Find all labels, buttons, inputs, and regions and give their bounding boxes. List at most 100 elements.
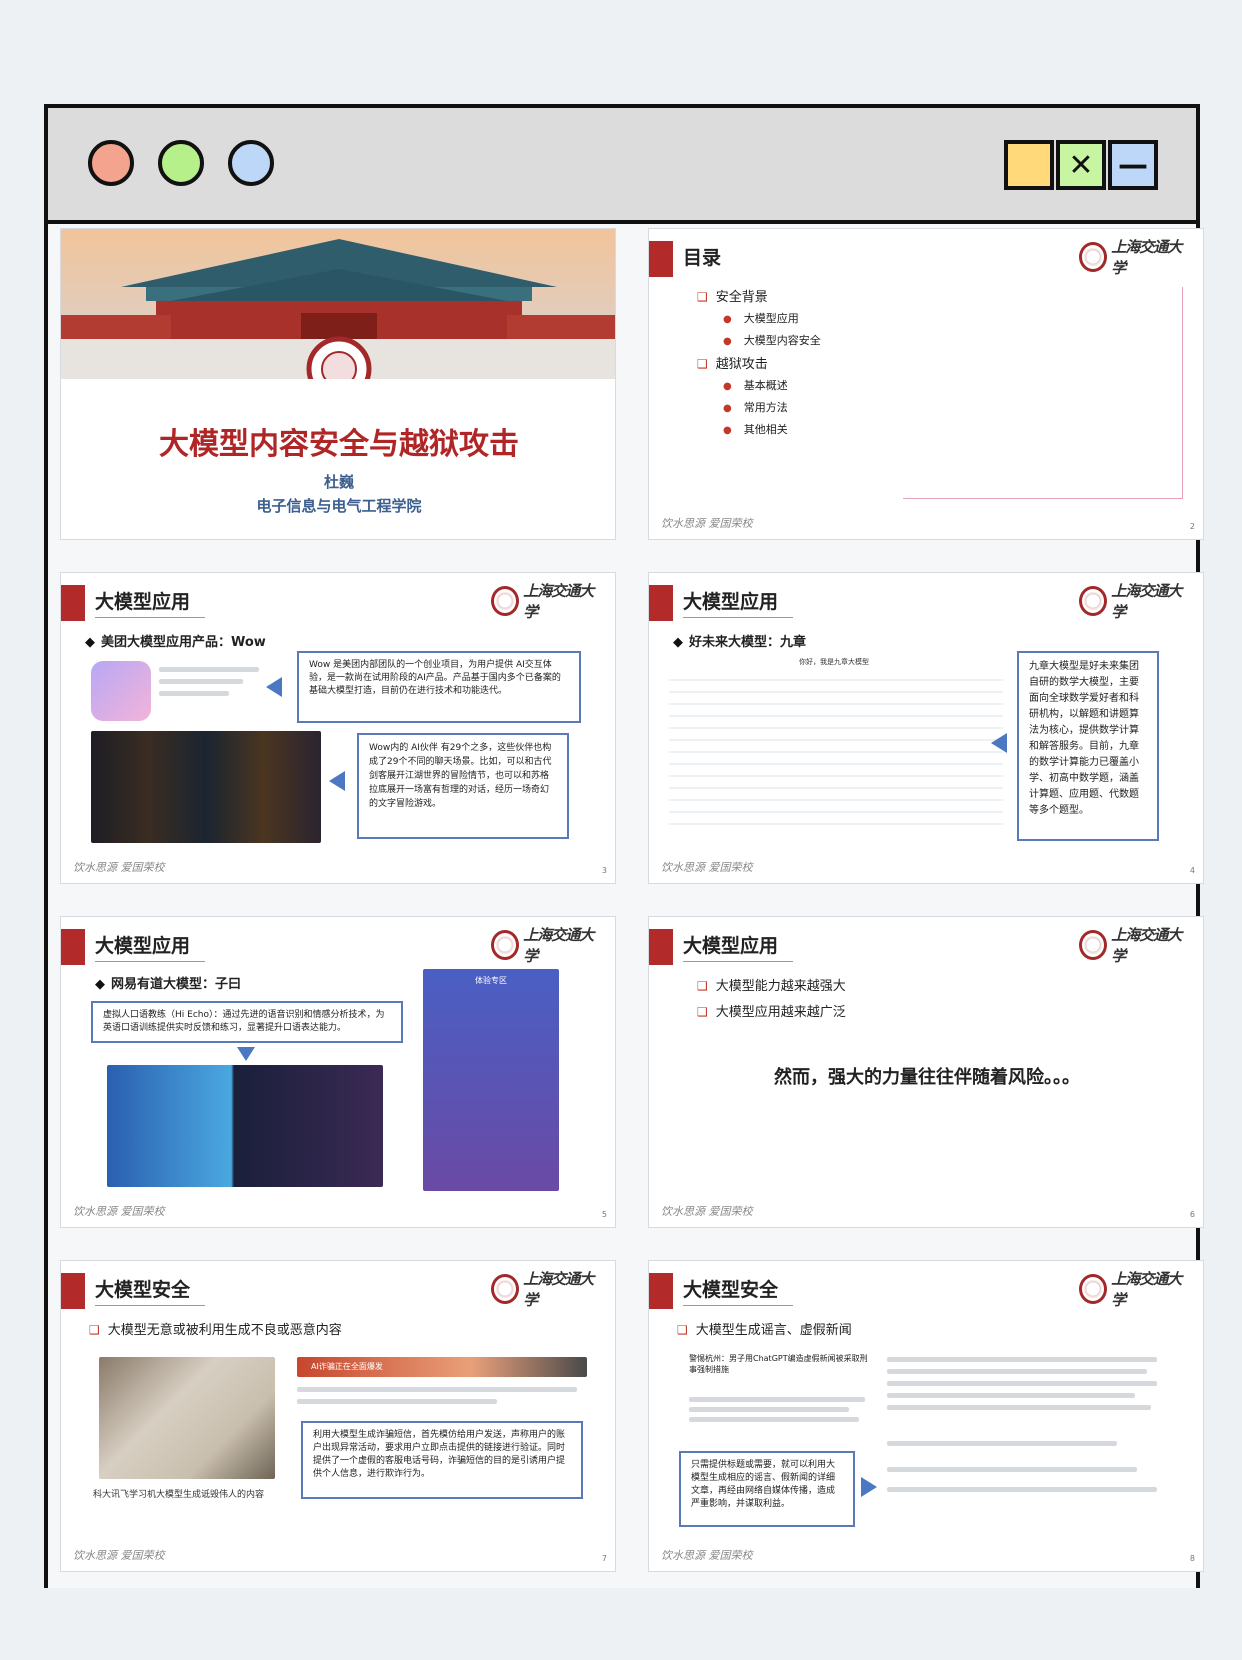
browser-window: ✕ — 大模型内容安全与越狱攻击 杜巍 电子信息与电气工程学院 目录 上海交通大… [44, 104, 1204, 1588]
title-accent-bar [61, 585, 85, 621]
jiuzhang-screenshot [669, 669, 1003, 835]
mock-heading: 你好，我是九章大模型 [799, 658, 869, 666]
cover-school: 电子信息与电气工程学院 [256, 497, 422, 515]
photo-caption: 科大讯飞学习机大模型生成诋毁伟人的内容 [93, 1490, 265, 1500]
close-button[interactable]: ✕ [1056, 140, 1106, 190]
description-box: 只需提供标题或需要，就可以利用大模型生成相应的谣言、假新闻的详细文章，再经由网络… [679, 1451, 855, 1527]
toc-list: ❑ 安全背景 ● 大模型应用 ● 大模型内容安全 ❑ 越狱攻击 ● 基本概述 ● 常用方法 … [697, 287, 821, 441]
page-number: 3 [601, 866, 607, 875]
cover-author: 杜巍 [323, 473, 354, 491]
slide-2[interactable]: 目录 上海交通大学 ❑ 安全背景 ● 大模型应用 ● 大模型内容安全 ❑ 越狱攻击 ● 基… [648, 228, 1204, 540]
description-box: 九章大模型是好未来集团自研的数学大模型，主要面向全球数学爱好者和科研机构，以解题… [1017, 651, 1159, 841]
slide-bullet: ❑ 大模型应用越来越广泛 [697, 1005, 846, 1020]
toc-item: ● 其他相关 [723, 423, 788, 436]
maximize-traffic-light[interactable] [158, 140, 204, 186]
title-underline [95, 1305, 205, 1306]
sjtu-seal-icon [491, 586, 520, 616]
article-text [887, 1405, 1151, 1410]
left-arrow-icon [266, 677, 282, 697]
article-text [887, 1393, 1135, 1398]
toc-item: ● 常用方法 [723, 401, 788, 414]
motto: 饮水思源 爱国荣校 [661, 1549, 753, 1562]
slide-6[interactable]: 大模型应用 上海交通大学 ❑ 大模型能力越来越强大 ❑ 大模型应用越来越广泛 然而，… [648, 916, 1204, 1228]
page-number: 7 [601, 1554, 607, 1563]
title-accent-bar [61, 1273, 85, 1309]
app-screenshots [91, 731, 321, 843]
news-text [297, 1387, 577, 1392]
risk-statement: 然而，强大的力量往往伴随着风险。。。 [774, 1067, 1080, 1088]
restore-button[interactable] [1004, 140, 1054, 190]
minimize-icon: — [1118, 147, 1148, 183]
sjtu-logo: 上海交通大学 [491, 1270, 601, 1309]
sjtu-logo: 上海交通大学 [1079, 582, 1189, 621]
app-text [159, 679, 243, 684]
left-arrow-icon [329, 771, 345, 791]
sjtu-logo: 上海交通大学 [491, 582, 601, 621]
article-text [887, 1357, 1157, 1362]
slide-title: 大模型安全 [683, 1279, 779, 1301]
page-number: 5 [601, 1210, 607, 1219]
slide-title: 大模型应用 [95, 591, 191, 613]
motto: 饮水思源 爱国荣校 [73, 861, 165, 874]
slide-title: 大模型应用 [683, 591, 779, 613]
title-underline [683, 961, 793, 962]
app-text [159, 691, 229, 696]
app-text [159, 667, 259, 672]
motto: 饮水思源 爱国荣校 [661, 1205, 753, 1218]
title-accent-bar [61, 929, 85, 965]
decor-line [903, 498, 1183, 499]
close-icon: ✕ [1068, 147, 1094, 183]
toc-item: ● 基本概述 [723, 379, 788, 392]
panel-title: 体验专区 [475, 976, 507, 985]
motto: 饮水思源 爱国荣校 [73, 1549, 165, 1562]
slide-bullet: ❑ 大模型生成谣言、虚假新闻 [677, 1323, 852, 1338]
slide-5[interactable]: 大模型应用 上海交通大学 ◆ 网易有道大模型：子曰 虚拟人口语教练（Hi Echo… [60, 916, 616, 1228]
slide-bullet: ❑ 大模型能力越来越强大 [697, 979, 846, 994]
decor-line [1182, 287, 1183, 499]
article-text [887, 1441, 1117, 1446]
description-box: 虚拟人口语教练（Hi Echo）：通过先进的语音识别和情感分析技术，为英语口语训… [91, 1001, 403, 1043]
toc-section: ❑ 安全背景 [697, 290, 768, 305]
slide-1[interactable]: 大模型内容安全与越狱攻击 杜巍 电子信息与电气工程学院 [60, 228, 616, 540]
hi-echo-image [107, 1065, 383, 1187]
news-text [297, 1399, 497, 1404]
slide-3[interactable]: 大模型应用 上海交通大学 ◆ 美团大模型应用产品：Wow Wow 是美团内部团队的… [60, 572, 616, 884]
sjtu-seal-icon [1079, 242, 1108, 272]
news-text [689, 1417, 859, 1422]
slide-7[interactable]: 大模型安全 上海交通大学 ❑ 大模型无意或被利用生成不良或恶意内容 科大讯飞学习机… [60, 1260, 616, 1572]
article-text [887, 1369, 1147, 1374]
description-box: Wow内的 AI伙伴 有29个之多，这些伙伴也构成了29个不同的聊天场景。比如，… [357, 733, 569, 839]
title-accent-bar [649, 929, 673, 965]
page-number: 6 [1189, 1210, 1195, 1219]
slide-title: 大模型应用 [683, 935, 779, 957]
minimize-button[interactable]: — [1108, 140, 1158, 190]
campus-gate-image [61, 229, 615, 379]
ziyue-app-panel [423, 969, 559, 1191]
sjtu-seal-icon [491, 930, 520, 960]
motto: 饮水思源 爱国荣校 [73, 1205, 165, 1218]
title-bar: ✕ — [48, 108, 1196, 224]
sjtu-seal-icon [1079, 930, 1108, 960]
close-traffic-light[interactable] [88, 140, 134, 186]
slide-8[interactable]: 大模型安全 上海交通大学 ❑ 大模型生成谣言、虚假新闻 警惕杭州：男子用ChatG… [648, 1260, 1204, 1572]
slide-bullet: ❑ 大模型无意或被利用生成不良或恶意内容 [89, 1323, 342, 1338]
sjtu-seal-icon [1079, 586, 1108, 616]
slide-title: 大模型安全 [95, 1279, 191, 1301]
news-headline: 警惕杭州：男子用ChatGPT编造虚假新闻被采取刑事强制措施 [689, 1354, 868, 1374]
sjtu-seal-icon [1079, 1274, 1108, 1304]
right-arrow-icon [861, 1477, 877, 1497]
title-underline [683, 617, 793, 618]
down-arrow-icon [237, 1047, 255, 1061]
minimize-traffic-light[interactable] [228, 140, 274, 186]
sjtu-logo: 上海交通大学 [1079, 926, 1189, 965]
article-text [887, 1487, 1157, 1492]
motto: 饮水思源 爱国荣校 [661, 517, 753, 530]
title-underline [683, 1305, 793, 1306]
motto: 饮水思源 爱国荣校 [661, 861, 753, 874]
title-accent-bar [649, 1273, 673, 1309]
slide-4[interactable]: 大模型应用 上海交通大学 ◆ 好未来大模型：九章 你好，我是九章大模型 九章大模型… [648, 572, 1204, 884]
learning-device-photo [99, 1357, 275, 1479]
title-accent-bar [649, 241, 673, 277]
title-accent-bar [649, 585, 673, 621]
wow-app-icon [91, 661, 151, 721]
